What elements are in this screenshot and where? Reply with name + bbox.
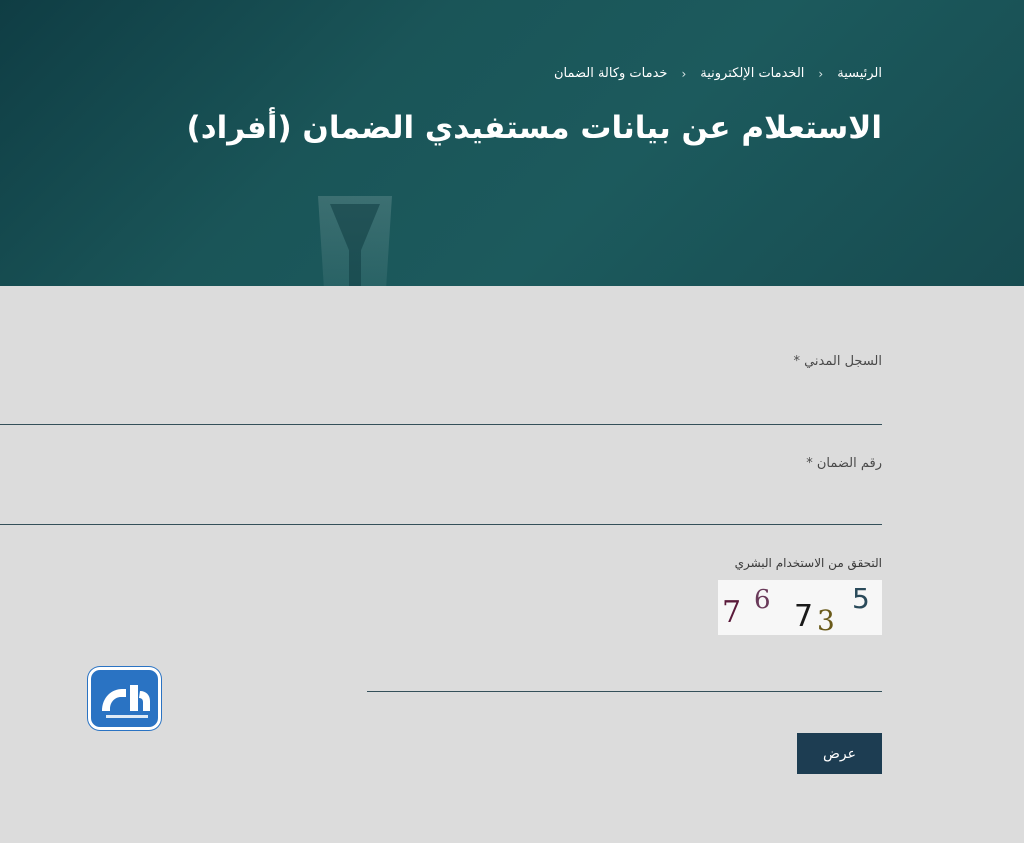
guarantee-number-label: رقم الضمان *	[806, 456, 882, 471]
captcha-digit: 3	[817, 604, 835, 635]
page-title: الاستعلام عن بيانات مستفيدي الضمان (أفرا…	[186, 110, 882, 146]
captcha-image: 7 6 7 3 5	[718, 580, 882, 637]
breadcrumb-home-link[interactable]: الرئيسية	[837, 66, 882, 81]
captcha-input[interactable]	[367, 661, 882, 692]
logo-mark-icon	[102, 685, 150, 718]
civil-id-input[interactable]	[0, 394, 882, 425]
guarantee-number-input[interactable]	[0, 494, 882, 525]
captcha-digit: 5	[852, 582, 870, 615]
chevron-left-icon: ‹	[818, 66, 824, 81]
chevron-left-icon: ‹	[681, 66, 687, 81]
page: الرئيسية ‹ الخدمات الإلكترونية ‹ خدمات و…	[0, 0, 1024, 843]
breadcrumb: الرئيسية ‹ الخدمات الإلكترونية ‹ خدمات و…	[554, 66, 882, 81]
captcha-label: التحقق من الاستخدام البشري	[734, 556, 882, 570]
captcha-digit: 7	[722, 595, 741, 630]
civil-id-label: السجل المدني *	[793, 354, 882, 369]
almrj3-logo-icon	[88, 667, 161, 730]
page-header: الرئيسية ‹ الخدمات الإلكترونية ‹ خدمات و…	[0, 0, 1024, 286]
civil-id-field-wrap	[0, 394, 882, 425]
captcha-digit: 6	[754, 585, 771, 615]
submit-button[interactable]: عرض	[797, 733, 882, 774]
guarantee-number-field-wrap	[0, 494, 882, 525]
captcha-digit: 7	[794, 599, 813, 634]
captcha-digits: 7 6 7 3 5	[722, 582, 870, 637]
breadcrumb-current[interactable]: خدمات وكالة الضمان	[554, 66, 668, 81]
captcha-field-wrap	[367, 661, 882, 692]
breadcrumb-eservices-link[interactable]: الخدمات الإلكترونية	[700, 66, 804, 81]
